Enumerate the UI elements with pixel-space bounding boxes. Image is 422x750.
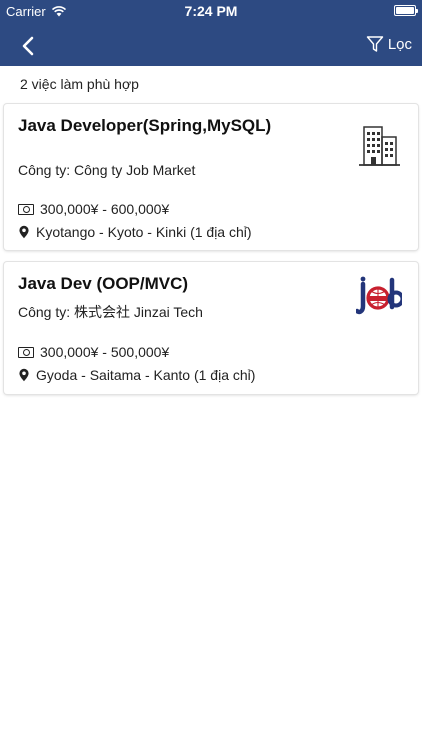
money-icon xyxy=(18,203,34,215)
money-icon xyxy=(18,346,34,358)
location-text: Kyotango - Kyoto - Kinki (1 địa chỉ) xyxy=(36,224,252,240)
location-row: Kyotango - Kyoto - Kinki (1 địa chỉ) xyxy=(18,224,252,240)
location-row: Gyoda - Saitama - Kanto (1 địa chỉ) xyxy=(18,367,255,383)
location-text: Gyoda - Saitama - Kanto (1 địa chỉ) xyxy=(36,367,256,383)
map-pin-icon xyxy=(19,225,29,239)
filter-label: Lọc xyxy=(387,35,412,53)
map-pin-icon xyxy=(19,368,29,382)
salary-row: 300,000¥ - 500,000¥ xyxy=(18,344,169,360)
job-title: Java Dev (OOP/MVC) xyxy=(18,274,189,293)
salary-text: 300,000¥ - 500,000¥ xyxy=(40,344,170,360)
job-market-logo xyxy=(356,276,402,315)
job-card[interactable]: Java Dev (OOP/MVC) Công ty: 株式会社 Jinzai … xyxy=(4,262,418,394)
job-title: Java Developer(Spring,MySQL) xyxy=(18,116,272,135)
salary-text: 300,000¥ - 600,000¥ xyxy=(40,201,170,217)
chevron-left-icon xyxy=(22,36,34,56)
building-icon xyxy=(359,126,400,166)
salary-row: 300,000¥ - 600,000¥ xyxy=(18,201,169,217)
battery-icon xyxy=(394,5,418,16)
status-time: 7:24 PM xyxy=(184,3,238,19)
company-name: Công ty: Công ty Job Market xyxy=(18,162,196,178)
status-bar: Carrier 7:24 PM xyxy=(0,0,422,22)
result-count: 2 việc làm phù hợp xyxy=(20,76,139,92)
app-header: Carrier 7:24 PM Lọc xyxy=(0,0,422,66)
filter-icon xyxy=(366,36,384,52)
job-card[interactable]: Java Developer(Spring,MySQL) Công ty: Cô… xyxy=(4,104,418,250)
job-list: 2 việc làm phù hợp Java Developer(Spring… xyxy=(0,66,422,750)
back-button[interactable] xyxy=(14,32,42,60)
company-name: Công ty: 株式会社 Jinzai Tech xyxy=(18,304,203,320)
filter-button[interactable]: Lọc xyxy=(366,32,412,56)
